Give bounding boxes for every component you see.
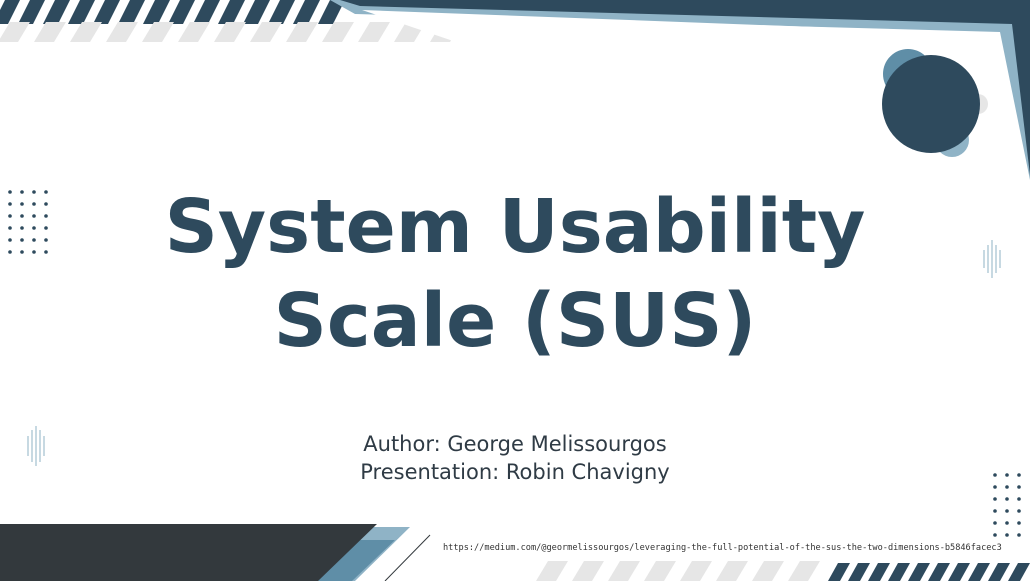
presenter-line: Presentation: Robin Chavigny <box>360 460 670 484</box>
presentation-slide: System Usability Scale (SUS) Author: Geo… <box>0 0 1030 581</box>
top-left-navy-stripes <box>0 0 345 24</box>
circle-navy-large <box>882 55 980 153</box>
slide-credits: Author: George Melissourgos Presentation… <box>215 430 815 486</box>
author-line: Author: George Melissourgos <box>363 432 667 456</box>
slide-title-line-2: Scale (SUS) <box>273 278 757 364</box>
source-url: https://medium.com/@geormelissourgos/lev… <box>443 543 1002 553</box>
top-left-gray-stripes <box>0 22 462 42</box>
bottom-left-charcoal-block <box>0 524 377 581</box>
slide-title: System Usability Scale (SUS) <box>100 180 930 368</box>
slide-title-line-1: System Usability <box>164 184 866 270</box>
